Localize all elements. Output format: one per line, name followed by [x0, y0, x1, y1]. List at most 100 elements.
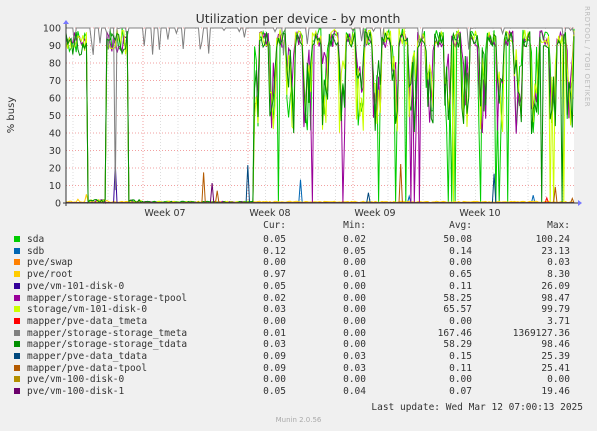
- header-max: Max:: [547, 220, 570, 231]
- legend-max-value: 23.13: [541, 245, 570, 257]
- legend-cur-value: 0.01: [263, 327, 286, 339]
- legend-max-value: 0.03: [547, 257, 570, 269]
- legend-min-value: 0.00: [343, 257, 366, 269]
- legend-max-value: 3.71: [547, 315, 570, 327]
- legend-name: pve/root: [27, 269, 73, 281]
- legend-avg-value: 0.11: [449, 280, 472, 292]
- legend-swatch: [14, 376, 20, 383]
- legend-row: mapper/pve-data_tmeta 0.00 0.00 0.00 3.71: [0, 316, 597, 328]
- legend-row: pve/vm-100-disk-1 0.05 0.04 0.07 19.46: [0, 386, 597, 398]
- x-tick-label: Week 07: [144, 208, 185, 219]
- legend-row: sdb 0.12 0.05 0.14 23.13: [0, 246, 597, 258]
- chart-title: Utilization per device - by month: [196, 11, 401, 26]
- legend-name: sdb: [27, 245, 45, 257]
- legend-avg-value: 0.11: [449, 362, 472, 374]
- legend-name: pve/swap: [27, 257, 73, 269]
- legend-cur-value: 0.00: [263, 374, 286, 386]
- y-tick-label: 100: [43, 24, 61, 35]
- legend-avg-value: 0.00: [449, 257, 472, 269]
- y-tick-label: 80: [49, 59, 61, 70]
- y-tick-label: 90: [49, 41, 61, 52]
- legend-cur-value: 0.09: [263, 362, 286, 374]
- x-ticks: Week 07 Week 08 Week 09 Week 10: [144, 208, 500, 219]
- y-tick-label: 30: [49, 146, 61, 157]
- legend-min-value: 0.00: [343, 292, 366, 304]
- legend-cur-value: 0.03: [263, 304, 286, 316]
- legend-row: mapper/storage-storage_tdata 0.03 0.00 58.2…: [0, 339, 597, 351]
- legend-row: mapper/storage-storage_tmeta 0.01 0.00 167.…: [0, 328, 597, 340]
- legend-min-value: 0.03: [343, 362, 366, 374]
- legend-cur-value: 0.05: [263, 234, 286, 245]
- legend-max-value: 0.00: [547, 374, 570, 386]
- legend-max-value: 98.47: [541, 292, 570, 304]
- legend-min-value: 0.00: [343, 374, 366, 386]
- legend-swatch: [14, 236, 20, 242]
- legend-swatch: [14, 329, 20, 336]
- legend-min-value: 0.03: [343, 351, 366, 362]
- legend-avg-value: 0.14: [449, 245, 472, 257]
- legend-avg-value: 0.00: [449, 374, 472, 386]
- legend-row: pve/root 0.97 0.01 0.65 8.30: [0, 269, 597, 281]
- legend-min-value: 0.04: [343, 386, 366, 398]
- legend-min-value: 0.02: [343, 234, 366, 245]
- y-tick-label: 10: [49, 181, 61, 192]
- y-tick-label: 40: [49, 129, 61, 140]
- legend-avg-value: 0.07: [449, 386, 472, 398]
- legend-max-value: 8.30: [547, 269, 570, 281]
- legend-swatch: [14, 247, 20, 254]
- y-tick-label: 60: [49, 94, 61, 105]
- y-ticks: 0 10 20 30 40 50 60 70 80 90 100: [43, 24, 61, 210]
- legend-cur-value: 0.09: [263, 351, 286, 362]
- legend-max-value: 100.24: [535, 234, 570, 245]
- x-axis-arrow: [578, 200, 582, 206]
- legend-swatch: [14, 306, 20, 313]
- legend-swatch: [14, 282, 20, 289]
- legend-max-value: 25.39: [541, 351, 570, 362]
- legend-avg-value: 0.00: [449, 315, 472, 327]
- legend-avg-value: 0.15: [449, 351, 472, 362]
- legend-name: pve/vm-100-disk-0: [27, 374, 125, 386]
- legend-max-value: 1369127.36: [512, 327, 570, 339]
- legend-min-value: 0.00: [343, 327, 366, 339]
- legend-avg-value: 58.29: [443, 339, 472, 351]
- legend-name: mapper/storage-storage_tmeta: [27, 327, 188, 339]
- munin-version: Munin 2.0.56: [275, 416, 322, 424]
- legend-cur-value: 0.02: [263, 292, 286, 304]
- legend-swatch: [14, 341, 20, 348]
- legend-cur-value: 0.05: [263, 280, 286, 292]
- legend-cur-value: 0.05: [263, 386, 286, 398]
- legend-row: mapper/pve-data-tpool 0.09 0.03 0.11 25.41: [0, 363, 597, 375]
- legend-max-value: 99.79: [541, 304, 570, 316]
- chart: Utilization per device - by month % busy…: [6, 11, 582, 219]
- header-min: Min:: [343, 220, 366, 231]
- legend-row: storage/vm-101-disk-0 0.03 0.00 65.57 99.79: [0, 304, 597, 316]
- y-tick-label: 50: [49, 111, 61, 122]
- y-tick-label: 20: [49, 164, 61, 175]
- legend-swatch: [14, 364, 20, 371]
- legend-cur-value: 0.12: [263, 245, 286, 257]
- legend-swatch: [14, 388, 20, 395]
- legend-row: pve/swap 0.00 0.00 0.00 0.03: [0, 257, 597, 269]
- legend-row: sda 0.05 0.02 50.08 100.24: [0, 234, 597, 246]
- last-update: Last update: Wed Mar 12 07:00:13 2025: [371, 402, 583, 413]
- legend-swatch: [14, 294, 20, 301]
- legend-min-value: 0.01: [343, 269, 366, 281]
- legend-min-value: 0.00: [343, 339, 366, 351]
- y-tick-label: 0: [55, 199, 61, 210]
- rrdtool-credit: RRDTOOL / TOBI OETIKER: [583, 6, 591, 108]
- legend-max-value: 19.46: [541, 386, 570, 398]
- legend-row: pve/vm-101-disk-0 0.05 0.00 0.11 26.09: [0, 281, 597, 293]
- header-avg: Avg:: [449, 220, 472, 231]
- legend-swatch: [14, 353, 20, 359]
- legend-min-value: 0.00: [343, 280, 366, 292]
- x-tick-label: Week 09: [354, 208, 395, 219]
- legend-min-value: 0.05: [343, 245, 366, 257]
- legend-max-value: 26.09: [541, 280, 570, 292]
- legend-max-value: 25.41: [541, 362, 570, 374]
- legend-name: mapper/pve-data-tpool: [27, 362, 148, 374]
- legend-row: mapper/pve-data_tdata 0.09 0.03 0.15 25.39: [0, 351, 597, 363]
- legend-avg-value: 0.65: [449, 269, 472, 281]
- x-tick-label: Week 10: [459, 208, 500, 219]
- y-tick-label: 70: [49, 76, 61, 87]
- legend-max-value: 98.46: [541, 339, 570, 351]
